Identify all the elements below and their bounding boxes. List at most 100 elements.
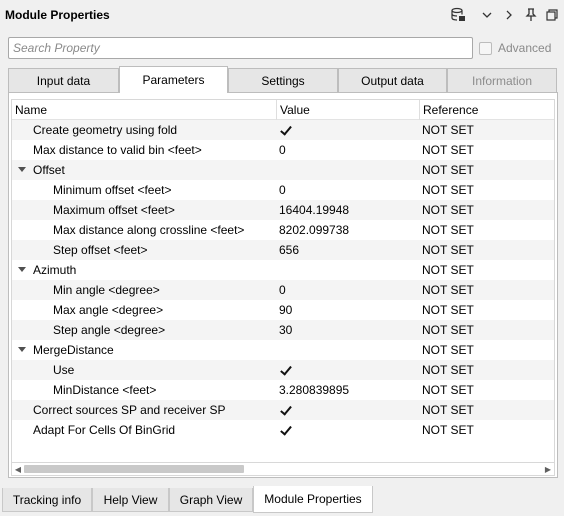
tab-input-data[interactable]: Input data bbox=[8, 68, 119, 92]
property-value bbox=[277, 160, 420, 180]
tab-information: Information bbox=[447, 68, 557, 92]
property-name: Max distance along crossline <feet> bbox=[53, 223, 245, 237]
database-icon[interactable] bbox=[449, 6, 467, 24]
property-reference: NOT SET bbox=[422, 243, 474, 257]
property-name: Minimum offset <feet> bbox=[53, 183, 172, 197]
property-reference: NOT SET bbox=[422, 183, 474, 197]
table-row[interactable]: Maximum offset <feet> 16404.19948 NOT SE… bbox=[12, 200, 554, 220]
property-reference: NOT SET bbox=[422, 323, 474, 337]
table-row[interactable]: MinDistance <feet> 3.280839895 NOT SET bbox=[12, 380, 554, 400]
group-name: MergeDistance bbox=[33, 343, 114, 357]
property-reference: NOT SET bbox=[422, 363, 474, 377]
checked-checkbox[interactable] bbox=[279, 404, 292, 417]
table-row[interactable]: Step offset <feet> 656 NOT SET bbox=[12, 240, 554, 260]
group-name: Offset bbox=[33, 163, 65, 177]
property-name: Max angle <degree> bbox=[53, 303, 164, 317]
table-row[interactable]: MergeDistance NOT SET bbox=[12, 340, 554, 360]
expand-arrow-icon[interactable] bbox=[18, 267, 26, 272]
property-value[interactable]: 30 bbox=[277, 320, 420, 340]
window-title: Module Properties bbox=[5, 8, 110, 22]
search-input[interactable] bbox=[9, 38, 472, 58]
table-row[interactable]: Adapt For Cells Of BinGrid NOT SET bbox=[12, 420, 554, 440]
table-row[interactable]: Max angle <degree> 90 NOT SET bbox=[12, 300, 554, 320]
expand-arrow-icon[interactable] bbox=[18, 347, 26, 352]
property-reference: NOT SET bbox=[422, 143, 474, 157]
chevron-right-icon[interactable] bbox=[500, 6, 518, 24]
property-name: MinDistance <feet> bbox=[53, 383, 157, 397]
property-value bbox=[277, 260, 420, 280]
table-row[interactable]: Max distance to valid bin <feet> 0 NOT S… bbox=[12, 140, 554, 160]
tab-module-properties[interactable]: Module Properties bbox=[253, 486, 373, 513]
checked-checkbox[interactable] bbox=[279, 124, 292, 137]
property-reference: NOT SET bbox=[422, 343, 474, 357]
horizontal-scrollbar[interactable]: ◀ ▶ bbox=[11, 462, 555, 476]
property-reference: NOT SET bbox=[422, 283, 474, 297]
table-row[interactable]: Step angle <degree> 30 NOT SET bbox=[12, 320, 554, 340]
table-row[interactable]: Azimuth NOT SET bbox=[12, 260, 554, 280]
property-name: Adapt For Cells Of BinGrid bbox=[33, 423, 176, 437]
property-value bbox=[277, 340, 420, 360]
table-row[interactable]: Minimum offset <feet> 0 NOT SET bbox=[12, 180, 554, 200]
table-row[interactable]: Min angle <degree> 0 NOT SET bbox=[12, 280, 554, 300]
property-name: Create geometry using fold bbox=[33, 123, 178, 137]
tab-tracking-info[interactable]: Tracking info bbox=[2, 488, 92, 512]
tab-bar: Input data Parameters Settings Output da… bbox=[8, 66, 560, 93]
tab-graph-view[interactable]: Graph View bbox=[169, 488, 253, 512]
advanced-toggle[interactable]: Advanced bbox=[479, 40, 551, 56]
property-reference: NOT SET bbox=[422, 223, 474, 237]
pin-icon[interactable] bbox=[522, 6, 540, 24]
property-name: Maximum offset <feet> bbox=[53, 203, 175, 217]
property-reference: NOT SET bbox=[422, 203, 474, 217]
expand-arrow-icon[interactable] bbox=[18, 167, 26, 172]
property-name: Correct sources SP and receiver SP bbox=[33, 403, 226, 417]
property-reference: NOT SET bbox=[422, 423, 474, 437]
table-row[interactable]: Offset NOT SET bbox=[12, 160, 554, 180]
property-name: Use bbox=[53, 363, 75, 377]
property-value[interactable]: 0 bbox=[277, 180, 420, 200]
table-row[interactable]: Correct sources SP and receiver SP NOT S… bbox=[12, 400, 554, 420]
scrollbar-thumb[interactable] bbox=[24, 465, 244, 473]
title-bar: Module Properties bbox=[0, 0, 564, 30]
property-value[interactable]: 8202.099738 bbox=[277, 220, 420, 240]
column-header-value[interactable]: Value bbox=[277, 100, 420, 120]
property-value[interactable]: 3.280839895 bbox=[277, 380, 420, 400]
property-value[interactable]: 0 bbox=[277, 280, 420, 300]
scroll-right-arrow-icon[interactable]: ▶ bbox=[542, 463, 554, 475]
chevron-down-icon[interactable] bbox=[478, 6, 496, 24]
property-reference: NOT SET bbox=[422, 403, 474, 417]
property-value[interactable]: 90 bbox=[277, 300, 420, 320]
property-value[interactable]: 656 bbox=[277, 240, 420, 260]
group-name: Azimuth bbox=[33, 263, 77, 277]
parameters-panel: Name Value Reference Create geometry usi… bbox=[8, 92, 558, 478]
restore-icon[interactable] bbox=[543, 6, 561, 24]
property-reference: NOT SET bbox=[422, 123, 474, 137]
tab-help-view[interactable]: Help View bbox=[92, 488, 169, 512]
property-value[interactable]: 16404.19948 bbox=[277, 200, 420, 220]
property-reference: NOT SET bbox=[422, 383, 474, 397]
table-header: Name Value Reference bbox=[12, 100, 554, 120]
table-row[interactable]: Use NOT SET bbox=[12, 360, 554, 380]
table-row[interactable]: Max distance along crossline <feet> 8202… bbox=[12, 220, 554, 240]
scroll-left-arrow-icon[interactable]: ◀ bbox=[12, 463, 24, 475]
tab-settings[interactable]: Settings bbox=[228, 68, 338, 92]
property-tree: Name Value Reference Create geometry usi… bbox=[11, 99, 555, 463]
checked-checkbox[interactable] bbox=[279, 364, 292, 377]
column-header-name[interactable]: Name bbox=[12, 100, 277, 120]
property-reference: NOT SET bbox=[422, 263, 474, 277]
table-row[interactable]: Create geometry using fold NOT SET bbox=[12, 120, 554, 140]
property-name: Max distance to valid bin <feet> bbox=[33, 143, 202, 157]
advanced-checkbox[interactable] bbox=[479, 41, 492, 55]
bottom-tab-bar: Tracking info Help View Graph View Modul… bbox=[0, 486, 564, 516]
property-reference: NOT SET bbox=[422, 303, 474, 317]
property-value[interactable]: 0 bbox=[277, 140, 420, 160]
property-name: Step offset <feet> bbox=[53, 243, 148, 257]
property-name: Min angle <degree> bbox=[53, 283, 160, 297]
property-name: Step angle <degree> bbox=[53, 323, 166, 337]
checked-checkbox[interactable] bbox=[279, 424, 292, 437]
advanced-label: Advanced bbox=[498, 41, 552, 55]
tab-parameters[interactable]: Parameters bbox=[119, 66, 228, 93]
search-box[interactable] bbox=[8, 37, 473, 59]
column-header-reference[interactable]: Reference bbox=[420, 100, 554, 120]
tab-output-data[interactable]: Output data bbox=[338, 68, 447, 92]
property-reference: NOT SET bbox=[422, 163, 474, 177]
